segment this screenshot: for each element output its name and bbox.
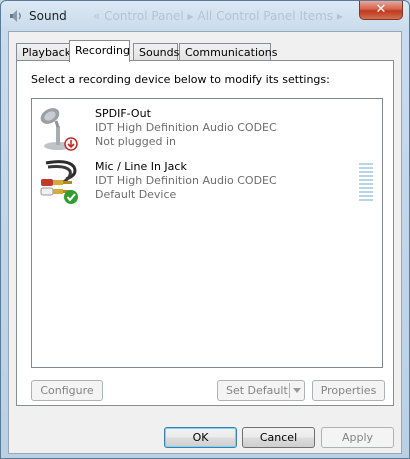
- chevron-down-icon[interactable]: [293, 388, 301, 393]
- button-label: Cancel: [259, 431, 298, 444]
- tab-playback[interactable]: Playback: [16, 43, 72, 61]
- tab-label: Playback: [22, 46, 72, 59]
- device-driver: IDT High Definition Audio CODEC: [95, 121, 277, 134]
- configure-button[interactable]: Configure: [31, 380, 103, 401]
- device-driver: IDT High Definition Audio CODEC: [95, 174, 277, 187]
- button-label: Configure: [40, 384, 94, 397]
- instruction-text: Select a recording device below to modif…: [31, 73, 330, 86]
- ok-button[interactable]: OK: [164, 427, 237, 448]
- button-label: Properties: [320, 384, 377, 397]
- device-name: Mic / Line In Jack: [95, 160, 187, 173]
- background-breadcrumb: « Control Panel ▸ All Control Panel Item…: [93, 9, 343, 23]
- tab-sounds[interactable]: Sounds: [133, 43, 180, 61]
- list-item[interactable]: SPDIF-Out IDT High Definition Audio CODE…: [32, 104, 382, 154]
- tab-recording[interactable]: Recording: [69, 40, 130, 62]
- set-default-split-button[interactable]: Set Default: [217, 380, 305, 401]
- list-item[interactable]: Mic / Line In Jack IDT High Definition A…: [32, 157, 382, 207]
- tab-label: Sounds: [139, 46, 180, 59]
- tab-communications[interactable]: Communications: [179, 43, 277, 61]
- title-bar[interactable]: Sound « Control Panel ▸ All Control Pane…: [1, 1, 409, 31]
- speaker-icon: [10, 10, 21, 22]
- cancel-button[interactable]: Cancel: [242, 427, 315, 448]
- split-divider: [289, 383, 290, 398]
- green-check-badge: [64, 190, 78, 204]
- sound-dialog: Sound « Control Panel ▸ All Control Pane…: [0, 0, 410, 459]
- button-label: Set Default: [226, 384, 288, 397]
- window-title: Sound: [29, 9, 67, 23]
- rca-cable-icon: [40, 160, 78, 204]
- level-meter: [359, 163, 373, 203]
- tab-label: Recording: [75, 44, 131, 57]
- button-label: Apply: [341, 431, 374, 444]
- properties-button[interactable]: Properties: [312, 380, 385, 401]
- button-label: OK: [192, 431, 209, 444]
- device-status: Not plugged in: [95, 135, 177, 148]
- device-list[interactable]: SPDIF-Out IDT High Definition Audio CODE…: [31, 98, 383, 368]
- device-name: SPDIF-Out: [95, 107, 151, 120]
- device-status: Default Device: [95, 188, 177, 201]
- tab-label: Communications: [185, 46, 278, 59]
- close-button[interactable]: ✕: [359, 1, 403, 20]
- dialog-client-area: Playback Recording Sounds Communications…: [8, 31, 402, 454]
- recording-panel: Select a recording device below to modif…: [16, 60, 394, 406]
- microphone-icon: [40, 108, 78, 151]
- close-icon: ✕: [375, 2, 387, 17]
- apply-button[interactable]: Apply: [321, 427, 394, 448]
